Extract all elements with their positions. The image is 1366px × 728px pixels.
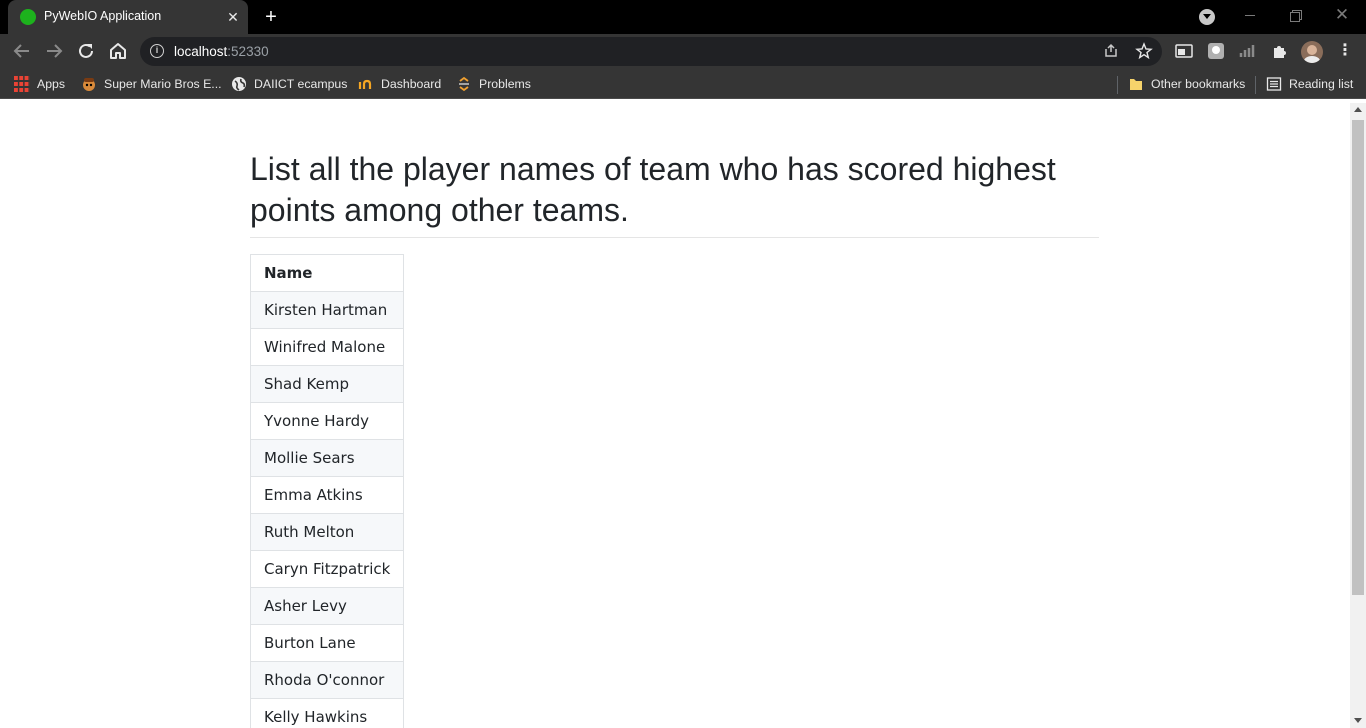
media-extension-icon[interactable] — [1175, 42, 1193, 60]
bookmark-label: DAIICT ecampus — [254, 77, 348, 91]
players-table: Name Kirsten Hartman Winifred Malone Sha… — [249, 254, 405, 728]
table-row: Shad Kemp — [249, 365, 405, 403]
player-name-cell: Caryn Fitzpatrick — [249, 550, 405, 588]
pywebio-favicon-icon — [20, 9, 36, 25]
table-row: Asher Levy — [249, 587, 405, 625]
profile-avatar[interactable] — [1301, 41, 1323, 63]
player-name-cell: Mollie Sears — [249, 439, 405, 477]
bookmarks-divider — [1117, 76, 1118, 94]
other-bookmarks[interactable]: Other bookmarks — [1128, 76, 1245, 93]
reading-list-icon — [1266, 76, 1282, 92]
bookmarks-divider — [1255, 76, 1256, 94]
scroll-up-arrow-icon[interactable] — [1354, 107, 1362, 112]
bookmark-label: Dashboard — [381, 77, 442, 91]
stats-extension-icon[interactable] — [1239, 42, 1257, 60]
bookmark-label: Apps — [37, 77, 66, 91]
new-tab-button[interactable]: + — [260, 6, 282, 28]
bookmark-dashboard[interactable]: Dashboard — [358, 76, 441, 93]
forward-arrow-icon — [47, 44, 63, 58]
reading-list-label: Reading list — [1289, 77, 1354, 91]
table-row: Ruth Melton — [249, 513, 405, 551]
reload-icon — [79, 43, 93, 58]
home-icon — [110, 43, 126, 59]
globe-icon — [231, 76, 247, 92]
bookmark-label: Super Mario Bros E... — [104, 77, 222, 91]
player-name-cell: Shad Kemp — [249, 365, 405, 403]
table-row: Kelly Hawkins — [249, 698, 405, 728]
extension-icon[interactable] — [1207, 42, 1225, 60]
player-name-cell: Burton Lane — [249, 624, 405, 662]
table-row: Emma Atkins — [249, 476, 405, 514]
close-window-button[interactable]: ✕ — [1330, 4, 1354, 28]
bookmark-problems[interactable]: Problems — [456, 76, 531, 93]
player-name-cell: Kelly Hawkins — [249, 698, 405, 728]
back-button[interactable] — [10, 39, 34, 63]
table-row: Winifred Malone — [249, 328, 405, 366]
dashboard-icon — [358, 76, 374, 92]
player-name-cell: Kirsten Hartman — [249, 291, 405, 329]
back-arrow-icon — [13, 44, 29, 58]
tab-title: PyWebIO Application — [44, 9, 162, 23]
home-button[interactable] — [106, 39, 130, 63]
puzzle-extensions-icon[interactable] — [1271, 42, 1289, 60]
player-name-cell: Asher Levy — [249, 587, 405, 625]
site-info-icon[interactable]: i — [150, 44, 164, 58]
address-bar[interactable]: i localhost:52330 — [140, 37, 1162, 66]
bookmark-label: Problems — [479, 77, 531, 91]
bookmark-super-mario[interactable]: Super Mario Bros E... — [81, 76, 222, 93]
player-name-cell: Yvonne Hardy — [249, 402, 405, 440]
scrollbar-thumb[interactable] — [1352, 120, 1364, 595]
player-name-cell: Emma Atkins — [249, 476, 405, 514]
url-port: :52330 — [227, 44, 269, 59]
page-title: List all the player names of team who ha… — [250, 151, 1056, 228]
table-row: Caryn Fitzpatrick — [249, 550, 405, 588]
forward-button[interactable] — [42, 39, 66, 63]
browser-menu-icon[interactable]: ⋮ — [1337, 42, 1353, 60]
player-name-cell: Rhoda O'connor — [249, 661, 405, 699]
close-tab-icon[interactable]: ✕ — [224, 8, 242, 26]
scroll-down-arrow-icon[interactable] — [1354, 718, 1362, 723]
table-row: Yvonne Hardy — [249, 402, 405, 440]
url-text: localhost:52330 — [174, 44, 269, 59]
bookmark-star-icon[interactable] — [1135, 42, 1153, 60]
browser-toolbar: i localhost:52330 ⋮ — [0, 34, 1366, 69]
problems-icon — [456, 76, 472, 92]
column-header-name: Name — [249, 254, 405, 292]
player-name-cell: Ruth Melton — [249, 513, 405, 551]
url-host: localhost — [174, 44, 228, 59]
title-divider — [250, 237, 1099, 238]
tab-search-icon[interactable] — [1199, 9, 1215, 25]
other-bookmarks-label: Other bookmarks — [1151, 77, 1246, 91]
minimize-button[interactable] — [1238, 4, 1262, 28]
table-row: Mollie Sears — [249, 439, 405, 477]
page-content: List all the player names of team who ha… — [0, 103, 1350, 728]
table-header-row: Name — [249, 254, 405, 292]
table-row: Burton Lane — [249, 624, 405, 662]
player-name-cell: Winifred Malone — [249, 328, 405, 366]
reload-button[interactable] — [74, 39, 98, 63]
bookmark-daiict-ecampus[interactable]: DAIICT ecampus — [231, 76, 347, 93]
folder-icon — [1128, 76, 1144, 92]
page-scrollbar[interactable] — [1350, 103, 1366, 728]
tab-strip: PyWebIO Application ✕ + ✕ — [0, 0, 1366, 34]
table-row: Kirsten Hartman — [249, 291, 405, 329]
restore-button[interactable] — [1284, 4, 1308, 28]
apps-grid-icon — [14, 75, 30, 92]
bookmarks-bar: Apps Super Mario Bros E... DAIICT ecampu… — [0, 69, 1366, 99]
bookmark-apps[interactable]: Apps — [14, 75, 66, 93]
mario-icon — [81, 76, 97, 92]
browser-tab[interactable]: PyWebIO Application ✕ — [8, 0, 248, 34]
table-row: Rhoda O'connor — [249, 661, 405, 699]
share-icon[interactable] — [1102, 42, 1120, 60]
reading-list[interactable]: Reading list — [1266, 76, 1353, 93]
